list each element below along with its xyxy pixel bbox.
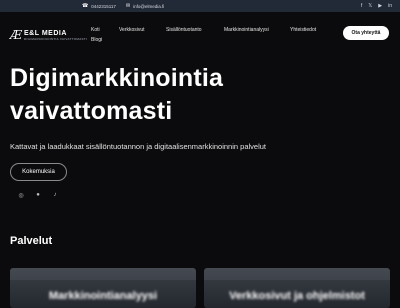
nav-item-yhteistiedot[interactable]: Yhteistiedot (290, 27, 316, 33)
twitter-icon[interactable]: 𝕏 (368, 3, 372, 9)
service-card-title: Verkkosivut ja ohjelmistot (229, 290, 365, 302)
hero-subtitle: Kattavat ja laadukkaat sisällöntuotannon… (10, 142, 266, 151)
hero-social-links: ◎ ● ♪ (17, 192, 59, 199)
nav-item-verkkosivut[interactable]: Verkkosivut (119, 27, 145, 33)
nav-item-blogi[interactable]: Blogi (91, 37, 102, 43)
hero-title-line-2: vaivattomasti (10, 97, 173, 125)
contact-button[interactable]: Ota yhteyttä (343, 26, 389, 40)
nav-item-koti[interactable]: Koti (91, 27, 100, 33)
services-heading: Palvelut (10, 235, 53, 247)
service-card[interactable]: Markkinointianalyysi (10, 268, 196, 308)
email-address: info@elmedia.fi (133, 3, 165, 9)
logo-name: E&L MEDIA (24, 29, 67, 37)
tiktok-icon[interactable]: ♪ (51, 192, 59, 199)
service-card[interactable]: Verkkosivut ja ohjelmistot (204, 268, 390, 308)
hero-title: Digimarkkinointia vaivattomasti (10, 62, 390, 128)
nav-item-sisallontuotanto[interactable]: Sisällöntuotanto (166, 27, 202, 33)
hero-title-line-1: Digimarkkinointia (10, 64, 224, 92)
linkedin-icon[interactable]: in (388, 3, 392, 9)
email-contact[interactable]: ✉ info@elmedia.fi (126, 3, 164, 9)
youtube-icon[interactable]: ▶ (378, 3, 382, 9)
mail-icon: ✉ (125, 3, 131, 9)
logo[interactable]: Æ E&L MEDIA DIGIMARKKINOINTIA VAIVATTOMA… (10, 28, 87, 42)
facebook-icon[interactable]: ● (34, 192, 42, 199)
phone-contact[interactable]: ☎ 0442315117 (82, 3, 116, 9)
service-card-title: Markkinointianalyysi (48, 290, 158, 302)
top-contact-bar: ☎ 0442315117 ✉ info@elmedia.fi f 𝕏 ▶ in (0, 0, 400, 12)
logo-tagline: DIGIMARKKINOINTIA VAIVATTOMASTI (24, 36, 88, 41)
top-social-links: f 𝕏 ▶ in (361, 0, 392, 12)
card-image (10, 268, 196, 280)
card-image (204, 268, 390, 280)
logo-mark-icon: Æ (10, 28, 23, 42)
facebook-icon[interactable]: f (361, 3, 362, 9)
nav-item-markkinointianalyysi[interactable]: Markkinointianalyysi (224, 27, 269, 33)
phone-number: 0442315117 (91, 3, 116, 9)
instagram-icon[interactable]: ◎ (17, 192, 25, 199)
phone-icon: ☎ (82, 3, 89, 9)
experiences-button[interactable]: Kokemuksia (10, 163, 67, 181)
